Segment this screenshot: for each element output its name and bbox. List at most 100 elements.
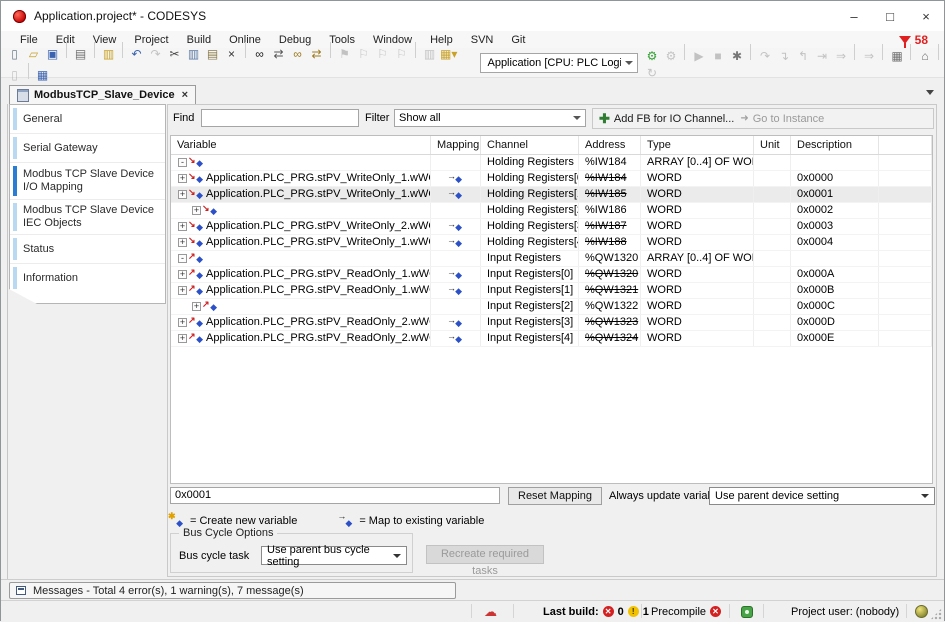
- table-row[interactable]: + ↗◆ Application.PLC_PRG.stPV_ReadOnly_1…: [171, 267, 932, 283]
- find-icon[interactable]: ∞: [251, 46, 268, 63]
- copy-project-icon[interactable]: ▥: [100, 46, 117, 63]
- menu-git[interactable]: Git: [502, 33, 534, 47]
- maximize-button[interactable]: □: [872, 1, 908, 31]
- expander-icon[interactable]: +: [178, 190, 187, 199]
- column-header-type[interactable]: Type: [641, 136, 754, 154]
- table-row[interactable]: + ↘◆ Application.PLC_PRG.stPV_WriteOnly_…: [171, 235, 932, 251]
- title-bar: Application.project* - CODESYS – □ ×: [1, 1, 944, 31]
- table-row[interactable]: + ↘◆ →◆ Holding Registers[2] %IW186 WORD…: [171, 203, 932, 219]
- table-header: VariableMappingChannelAddressTypeUnitDes…: [171, 136, 932, 155]
- print-icon[interactable]: ▤: [72, 46, 89, 63]
- legend-text: = Map to existing variable: [359, 515, 484, 527]
- codesys-store-icon[interactable]: ⌂: [916, 48, 933, 65]
- mapping-cell: →◆: [431, 315, 481, 330]
- messages-panel-tab[interactable]: Messages - Total 4 error(s), 1 warning(s…: [9, 582, 456, 599]
- expander-icon[interactable]: +: [192, 302, 201, 311]
- resize-grip[interactable]: [930, 608, 942, 620]
- column-header-unit[interactable]: Unit: [754, 136, 791, 154]
- sidebar-item-modbus-tcp-slave-device-iec-objects[interactable]: Modbus TCP Slave Device IEC Objects: [10, 199, 165, 234]
- sidebar-item-serial-gateway[interactable]: Serial Gateway: [10, 133, 165, 162]
- expander-icon[interactable]: +: [178, 270, 187, 279]
- panel-splitter[interactable]: [7, 104, 8, 579]
- expander-icon[interactable]: +: [178, 222, 187, 231]
- sidebar-item-modbus-tcp-slave-device-i-o-mapping[interactable]: Modbus TCP Slave Device I/O Mapping: [10, 162, 165, 199]
- find-input[interactable]: [201, 109, 359, 127]
- find-objects-icon[interactable]: ∞: [289, 46, 306, 63]
- add-fb-button[interactable]: ✚ Add FB for IO Channel...: [599, 113, 734, 125]
- build-icon[interactable]: ▦: [34, 67, 51, 84]
- table-row[interactable]: - ↘◆ →◆ Holding Registers %IW184 ARRAY […: [171, 155, 932, 171]
- active-application-combo[interactable]: Application [CPU: PLC Logic]: [480, 53, 638, 73]
- paste-icon[interactable]: ▤: [204, 46, 221, 63]
- minimize-button[interactable]: –: [836, 1, 872, 31]
- expander-icon[interactable]: -: [178, 158, 187, 167]
- cloud-status[interactable]: ☁: [484, 601, 497, 622]
- variable-cell: - ↗◆: [171, 251, 431, 266]
- column-header-address[interactable]: Address: [579, 136, 641, 154]
- undo-icon[interactable]: ↶: [128, 46, 145, 63]
- selected-value-field[interactable]: 0x0001: [170, 487, 500, 504]
- variable-cell: + ↘◆: [171, 203, 431, 218]
- reset-mapping-button[interactable]: Reset Mapping: [508, 487, 602, 505]
- address-cell: %IW185: [579, 187, 641, 202]
- delete-icon[interactable]: ×: [223, 46, 240, 63]
- login-icon[interactable]: ⚙: [643, 48, 660, 65]
- bus-cycle-task-combo[interactable]: Use parent bus cycle setting: [261, 546, 407, 565]
- insert-device-icon[interactable]: ▦▾: [440, 46, 457, 63]
- mapping-cell: →◆: [431, 171, 481, 186]
- mapping-cell: →◆: [431, 299, 481, 314]
- new-file-icon[interactable]: ▯: [6, 46, 23, 63]
- column-header-channel[interactable]: Channel: [481, 136, 579, 154]
- breakpoints-dialog-icon[interactable]: ✱: [728, 48, 745, 65]
- expander-icon[interactable]: +: [178, 334, 187, 343]
- table-row[interactable]: + ↗◆ →◆ Input Registers[2] %QW1322 WORD …: [171, 299, 932, 315]
- active-application-value: Application [CPU: PLC Logic]: [487, 57, 621, 69]
- tab-modbustcp-slave-device[interactable]: ModbusTCP_Slave_Device ×: [9, 85, 196, 104]
- description-cell: 0x0001: [791, 187, 879, 202]
- sidebar-item-status[interactable]: Status: [10, 234, 165, 263]
- table-row[interactable]: + ↘◆ Application.PLC_PRG.stPV_WriteOnly_…: [171, 219, 932, 235]
- cut-icon[interactable]: ✂: [166, 46, 183, 63]
- table-row[interactable]: + ↗◆ Application.PLC_PRG.stPV_ReadOnly_1…: [171, 283, 932, 299]
- table-row[interactable]: + ↘◆ Application.PLC_PRG.stPV_WriteOnly_…: [171, 187, 932, 203]
- filter-combo[interactable]: Show all: [394, 109, 586, 127]
- tree-indent: [175, 210, 189, 211]
- expander-icon[interactable]: +: [178, 286, 187, 295]
- expander-icon[interactable]: -: [178, 254, 187, 263]
- project-user[interactable]: Project user: (nobody): [791, 601, 899, 622]
- table-row[interactable]: + ↗◆ Application.PLC_PRG.stPV_ReadOnly_2…: [171, 315, 932, 331]
- table-row[interactable]: - ↗◆ →◆ Input Registers %QW1320 ARRAY [0…: [171, 251, 932, 267]
- expander-icon[interactable]: +: [178, 238, 187, 247]
- replace-icon[interactable]: ⇄: [270, 46, 287, 63]
- sidebar-item-general[interactable]: General: [10, 105, 165, 133]
- table-row[interactable]: + ↗◆ Application.PLC_PRG.stPV_ReadOnly_2…: [171, 331, 932, 347]
- tab-close-icon[interactable]: ×: [182, 89, 188, 101]
- tab-list-dropdown-icon[interactable]: [926, 90, 934, 95]
- expander-icon[interactable]: +: [178, 318, 187, 327]
- variable-name: Application.PLC_PRG.stPV_ReadOnly_1.wWOR…: [206, 283, 431, 298]
- type-cell: ARRAY [0..4] OF WORD: [641, 251, 754, 266]
- column-header-description[interactable]: Description: [791, 136, 879, 154]
- expander-icon[interactable]: +: [178, 174, 187, 183]
- expander-icon[interactable]: +: [192, 206, 201, 215]
- create-new-variable-icon: ✱◆: [170, 515, 183, 527]
- replace-objects-icon[interactable]: ⇄: [308, 46, 325, 63]
- table-row[interactable]: + ↘◆ Application.PLC_PRG.stPV_WriteOnly_…: [171, 171, 932, 187]
- properties-icon: ▯: [6, 67, 23, 84]
- redo-icon: ↷: [147, 46, 164, 63]
- copy-icon[interactable]: ▥: [185, 46, 202, 63]
- close-button[interactable]: ×: [908, 1, 944, 31]
- column-header-variable[interactable]: Variable: [171, 136, 431, 154]
- channel-cell: Input Registers[3]: [481, 315, 579, 330]
- simulation-icon[interactable]: ▦: [888, 48, 905, 65]
- language-status[interactable]: [915, 601, 928, 622]
- window-title: Application.project* - CODESYS: [34, 9, 206, 23]
- variable-name: Application.PLC_PRG.stPV_ReadOnly_2.wWOR…: [206, 315, 431, 330]
- save-icon[interactable]: ▣: [44, 46, 61, 63]
- type-cell: WORD: [641, 219, 754, 234]
- column-header-mapping[interactable]: Mapping: [431, 136, 481, 154]
- always-update-combo[interactable]: Use parent device setting: [709, 487, 935, 505]
- open-file-icon[interactable]: ▱: [25, 46, 42, 63]
- sidebar-item-information[interactable]: Information: [10, 263, 165, 292]
- show-next-statement-icon: ⇒: [832, 48, 849, 65]
